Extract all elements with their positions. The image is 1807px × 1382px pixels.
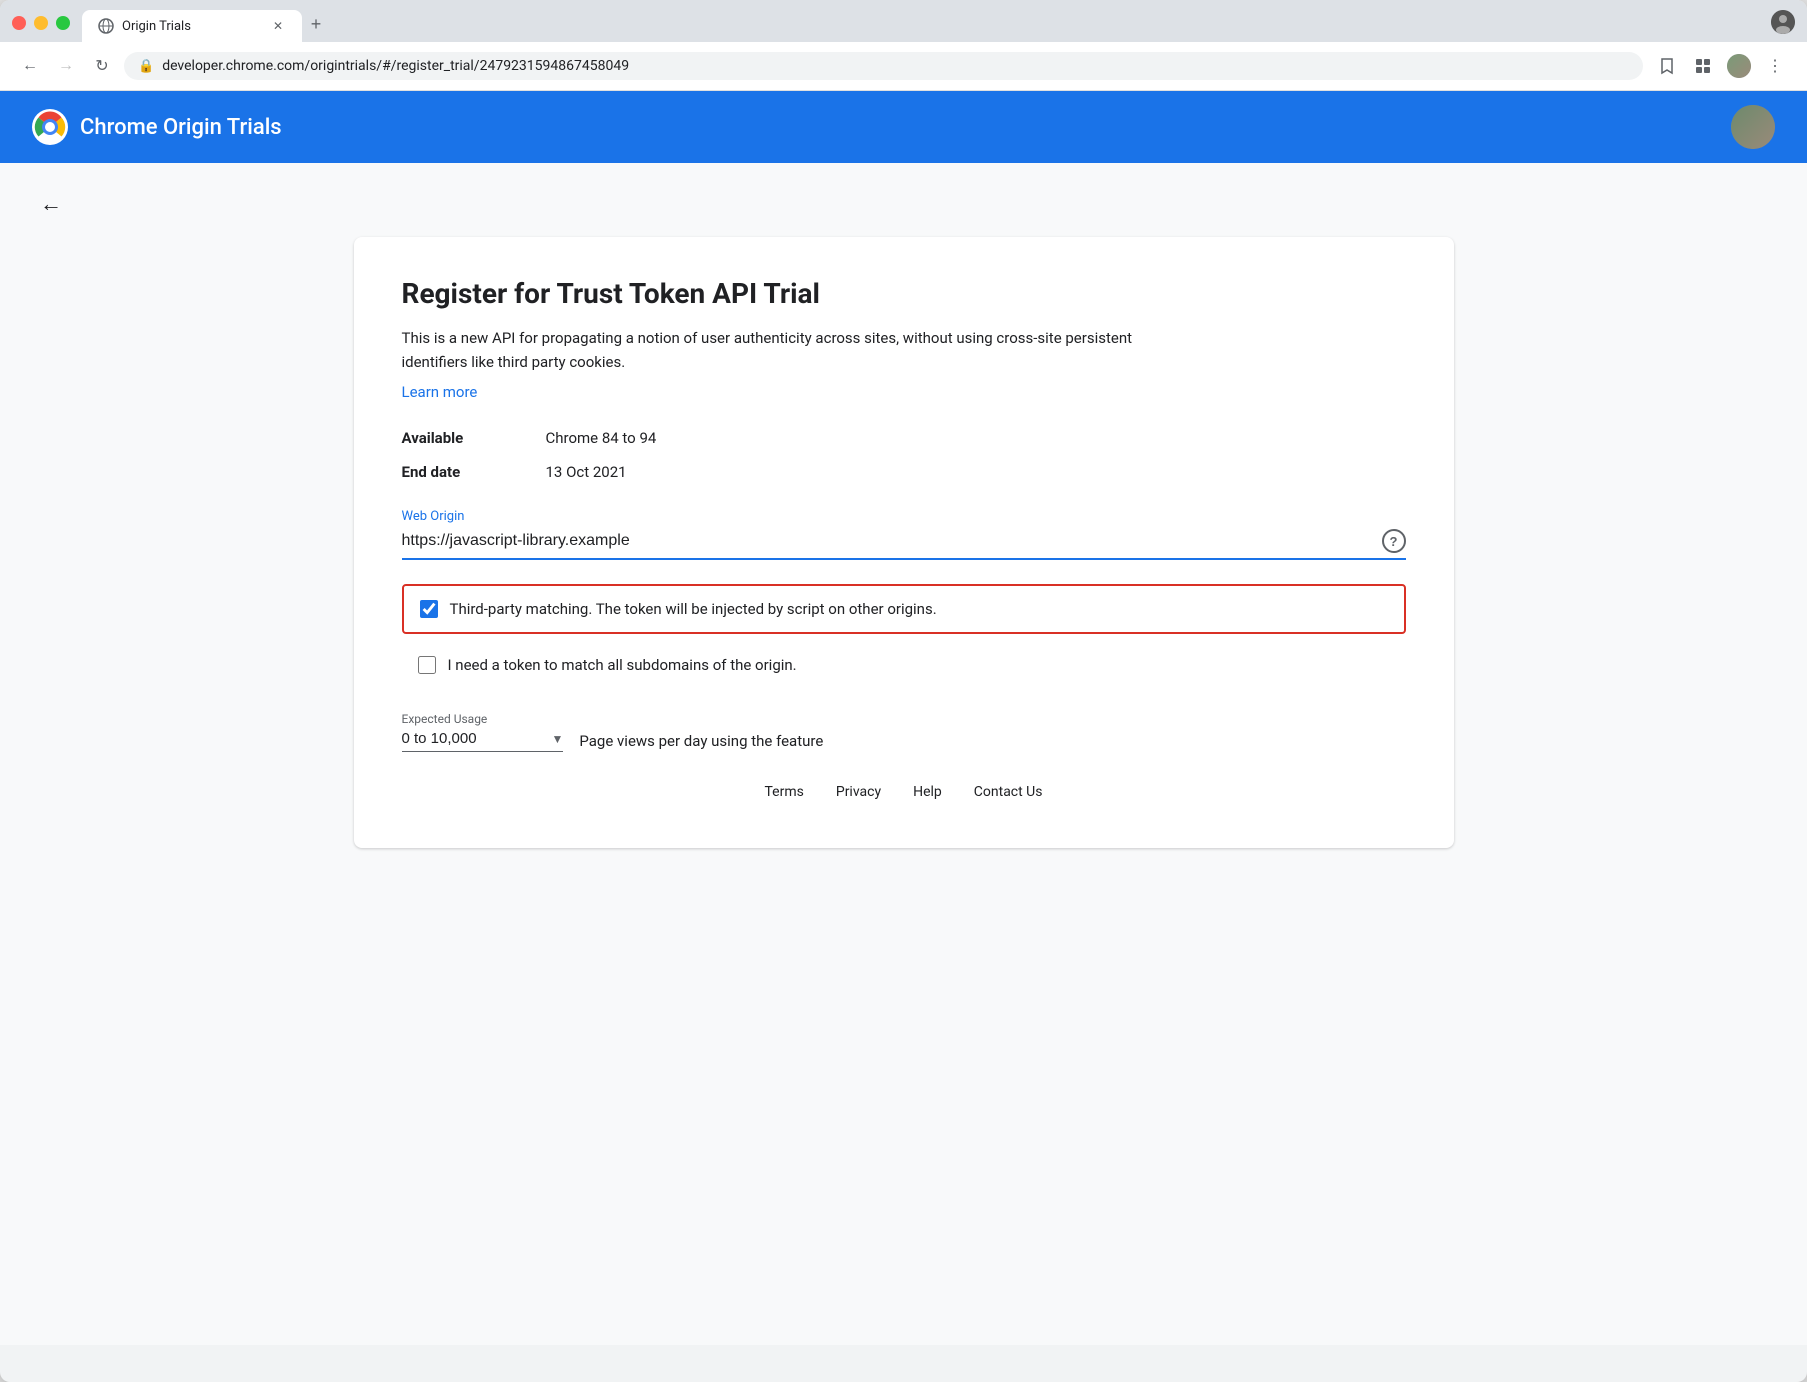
bookmark-button[interactable] — [1651, 50, 1683, 82]
tab-title: Origin Trials — [122, 19, 262, 34]
address-bar: ← → ↻ 🔒 developer.chrome.com/origintrial… — [0, 42, 1807, 91]
minimize-button[interactable] — [34, 16, 48, 30]
card-footer: Terms Privacy Help Contact Us — [402, 784, 1406, 800]
expected-usage-section: Expected Usage 0 to 10,000 10,000 to 100… — [402, 712, 1406, 752]
usage-select-wrapper: 0 to 10,000 10,000 to 100,000 100,000 to… — [402, 730, 564, 752]
registration-card: Register for Trust Token API Trial This … — [354, 237, 1454, 848]
browser-window: Origin Trials ✕ + ← → ↻ 🔒 developer.chro… — [0, 0, 1807, 1382]
web-origin-label: Web Origin — [402, 509, 1406, 524]
menu-button[interactable]: ⋮ — [1759, 50, 1791, 82]
back-nav-button[interactable]: ← — [16, 52, 44, 80]
checkbox-section: Third-party matching. The token will be … — [402, 584, 1406, 688]
end-date-value: 13 Oct 2021 — [546, 463, 1406, 481]
page-back-button[interactable]: ← — [32, 187, 70, 221]
select-arrow-icon: ▼ — [552, 732, 564, 746]
card-title: Register for Trust Token API Trial — [402, 277, 1406, 310]
maximize-button[interactable] — [56, 16, 70, 30]
subdomain-checkbox-row: I need a token to match all subdomains o… — [402, 642, 1406, 688]
active-tab[interactable]: Origin Trials ✕ — [82, 10, 302, 42]
subdomain-checkbox-label[interactable]: I need a token to match all subdomains o… — [448, 656, 797, 674]
forward-nav-button[interactable]: → — [52, 52, 80, 80]
help-link[interactable]: Help — [913, 784, 942, 800]
third-party-checkbox-label[interactable]: Third-party matching. The token will be … — [450, 600, 937, 618]
address-actions: ⋮ — [1651, 50, 1791, 82]
user-profile-button[interactable] — [1723, 50, 1755, 82]
available-label: Available — [402, 429, 522, 447]
site-header-avatar[interactable] — [1731, 105, 1775, 149]
third-party-checkbox[interactable] — [420, 600, 438, 618]
site-header: Chrome Origin Trials — [0, 91, 1807, 163]
window-controls — [12, 16, 70, 42]
tab-favicon-icon — [98, 18, 114, 34]
tab-close-button[interactable]: ✕ — [270, 18, 286, 34]
site-header-title: Chrome Origin Trials — [80, 115, 282, 140]
terms-link[interactable]: Terms — [765, 784, 804, 800]
contact-us-link[interactable]: Contact Us — [974, 784, 1043, 800]
site-header-left: Chrome Origin Trials — [32, 109, 282, 145]
browser-profile-icon[interactable] — [1771, 10, 1795, 34]
close-button[interactable] — [12, 16, 26, 30]
web-origin-input[interactable] — [402, 528, 1370, 554]
privacy-link[interactable]: Privacy — [836, 784, 881, 800]
learn-more-link[interactable]: Learn more — [402, 383, 478, 401]
end-date-label: End date — [402, 463, 522, 481]
help-icon-button[interactable]: ? — [1382, 529, 1406, 553]
page-content: ← Register for Trust Token API Trial Thi… — [0, 163, 1807, 1345]
subdomain-checkbox[interactable] — [418, 656, 436, 674]
available-value: Chrome 84 to 94 — [546, 429, 1406, 447]
title-bar: Origin Trials ✕ + — [0, 0, 1807, 42]
web-origin-field-row: ? — [402, 528, 1406, 560]
card-description: This is a new API for propagating a noti… — [402, 326, 1202, 374]
chrome-logo-icon — [32, 109, 68, 145]
tab-bar: Origin Trials ✕ + — [82, 10, 1771, 42]
web-origin-section: Web Origin ? — [402, 509, 1406, 560]
extensions-button[interactable] — [1687, 50, 1719, 82]
url-bar[interactable]: 🔒 developer.chrome.com/origintrials/#/re… — [124, 52, 1643, 80]
usage-select[interactable]: 0 to 10,000 10,000 to 100,000 100,000 to… — [402, 730, 544, 747]
usage-description: Page views per day using the feature — [579, 732, 823, 750]
url-text: developer.chrome.com/origintrials/#/regi… — [162, 58, 629, 74]
usage-row: 0 to 10,000 10,000 to 100,000 100,000 to… — [402, 730, 1406, 752]
third-party-checkbox-row: Third-party matching. The token will be … — [402, 584, 1406, 634]
info-grid: Available Chrome 84 to 94 End date 13 Oc… — [402, 429, 1406, 481]
reload-button[interactable]: ↻ — [88, 52, 116, 80]
lock-icon: 🔒 — [138, 59, 154, 74]
new-tab-button[interactable]: + — [302, 10, 330, 38]
expected-usage-label: Expected Usage — [402, 712, 1406, 726]
